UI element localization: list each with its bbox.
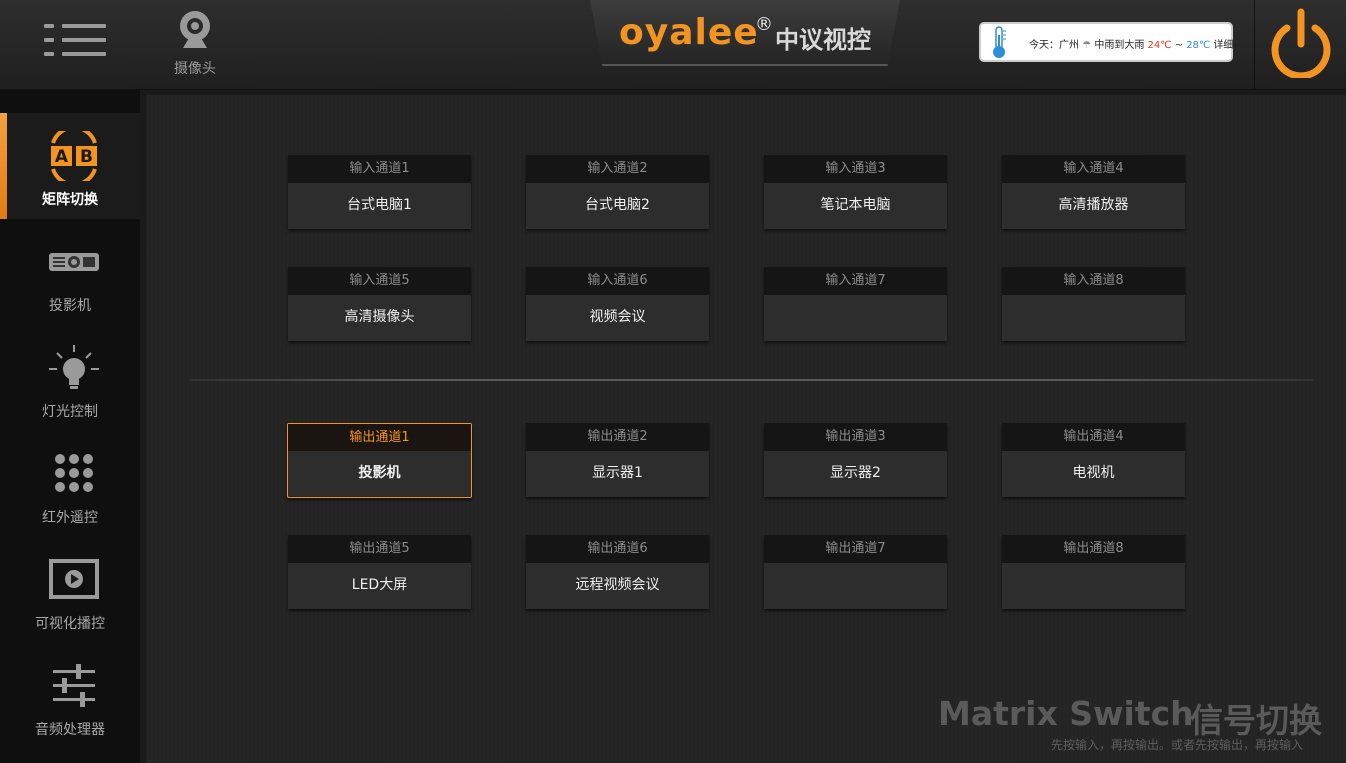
output-channel-4[interactable]: 输出通道4 电视机 [1002,423,1185,497]
input-channel-4[interactable]: 输入通道4 高清播放器 [1002,155,1185,229]
output-channel-2[interactable]: 输出通道2 显示器1 [526,423,709,497]
sidebar-item-label: 矩阵切换 [42,192,98,208]
page-title-english: Matrix Switch [938,694,1194,733]
camera-label: 摄像头 [174,61,216,77]
channel-device [1002,563,1185,609]
channel-device: 电视机 [1002,451,1185,497]
channel-device: 台式电脑1 [288,183,471,229]
sidebar-item-label: 灯光控制 [42,404,98,420]
channel-header: 输出通道4 [1002,423,1185,451]
sidebar-item-audio[interactable]: 音频处理器 [0,643,140,749]
sidebar-item-label: 音频处理器 [35,722,105,738]
channel-header: 输入通道4 [1002,155,1185,183]
channel-device: 投影机 [288,451,471,496]
camera-button[interactable]: 摄像头 [160,8,230,80]
input-channel-2[interactable]: 输入通道2 台式电脑2 [526,155,709,229]
channel-header: 输入通道8 [1002,267,1185,295]
logo-chinese: 中议视控 [775,26,871,54]
power-icon [1271,8,1331,78]
ab-icon: A B [51,131,97,181]
channel-header: 输出通道7 [764,535,947,563]
sidebar-item-infrared[interactable]: 红外遥控 [0,431,140,537]
sidebar-item-lighting[interactable]: 灯光控制 [0,325,140,431]
channel-device [764,563,947,609]
page-title-chinese: 信号切换 [1190,701,1322,740]
output-channel-5[interactable]: 输出通道5 LED大屏 [288,535,471,609]
menu-icon[interactable] [44,24,106,56]
weather-text: 今天：广州 ☂ 中雨到大雨 24℃ ~ 28℃ 详细» [1029,36,1240,51]
webcam-icon [180,11,210,48]
sidebar-item-label: 可视化播控 [35,616,105,632]
channel-header: 输出通道1 [288,424,471,451]
top-bar: 摄像头 oyalee ® 中议视控 今天：广州 ☂ 中雨到大雨 24℃ ~ 28… [0,0,1346,90]
channel-header: 输入通道1 [288,155,471,183]
channel-header: 输出通道2 [526,423,709,451]
logo: oyalee [619,12,759,53]
channel-device: 高清播放器 [1002,183,1185,229]
channel-device: 远程视频会议 [526,563,709,609]
output-channel-1[interactable]: 输出通道1 投影机 [287,423,472,498]
weather-detail-link[interactable]: 详细» [1213,40,1239,51]
channel-header: 输入通道6 [526,267,709,295]
projector-icon [49,253,99,271]
weather-temp-low: 28℃ [1186,40,1211,51]
output-channel-3[interactable]: 输出通道3 显示器2 [764,423,947,497]
input-channel-1[interactable]: 输入通道1 台式电脑1 [288,155,471,229]
sidebar: A B 矩阵切换 投影机 灯光控制 红外遥控 可视化播控 音频处理器 [0,90,140,763]
input-channel-7[interactable]: 输入通道7 [764,267,947,341]
section-divider [189,379,1313,381]
channel-device [764,295,947,341]
channel-header: 输入通道3 [764,155,947,183]
output-channel-8[interactable]: 输出通道8 [1002,535,1185,609]
play-screen-icon [49,559,99,599]
channel-device: 显示器1 [526,451,709,497]
channel-header: 输出通道6 [526,535,709,563]
output-channel-7[interactable]: 输出通道7 [764,535,947,609]
light-bulb-icon [49,345,99,389]
output-channel-6[interactable]: 输出通道6 远程视频会议 [526,535,709,609]
weather-separator: ~ [1174,40,1184,51]
power-button[interactable] [1254,0,1346,90]
channel-header: 输入通道5 [288,267,471,295]
channel-device: 视频会议 [526,295,709,341]
input-channel-5[interactable]: 输入通道5 高清摄像头 [288,267,471,341]
weather-temp-high: 24℃ [1147,40,1172,51]
svg-text:B: B [80,147,93,167]
channel-device: 台式电脑2 [526,183,709,229]
channel-device: LED大屏 [288,563,471,609]
channel-header: 输入通道2 [526,155,709,183]
channel-device: 显示器2 [764,451,947,497]
rain-icon: ☂ [1082,40,1092,51]
weather-condition: 中雨到大雨 [1094,40,1145,51]
sidebar-item-label: 投影机 [49,298,91,314]
sidebar-item-matrix[interactable]: A B 矩阵切换 [0,113,140,219]
thermometer-icon [993,26,1006,58]
channel-device: 笔记本电脑 [764,183,947,229]
sidebar-item-label: 红外遥控 [42,510,98,526]
usage-hint: 先按输入，再按输出。或者先按输出，再按输入 [1051,738,1304,752]
keypad-icon [55,454,93,492]
sidebar-item-visual-playback[interactable]: 可视化播控 [0,537,140,643]
logo-registered-mark: ® [755,14,773,35]
channel-header: 输出通道3 [764,423,947,451]
channel-header: 输入通道7 [764,267,947,295]
weather-city: 今天：广州 [1029,40,1079,51]
sidebar-item-projector[interactable]: 投影机 [0,219,140,325]
input-channel-8[interactable]: 输入通道8 [1002,267,1185,341]
sliders-icon [53,664,95,707]
channel-device [1002,295,1185,341]
svg-text:A: A [55,147,69,167]
channel-header: 输出通道8 [1002,535,1185,563]
channel-device: 高清摄像头 [288,295,471,341]
input-channel-6[interactable]: 输入通道6 视频会议 [526,267,709,341]
weather-widget[interactable]: 今天：广州 ☂ 中雨到大雨 24℃ ~ 28℃ 详细» [979,22,1240,62]
input-channel-3[interactable]: 输入通道3 笔记本电脑 [764,155,947,229]
channel-header: 输出通道5 [288,535,471,563]
